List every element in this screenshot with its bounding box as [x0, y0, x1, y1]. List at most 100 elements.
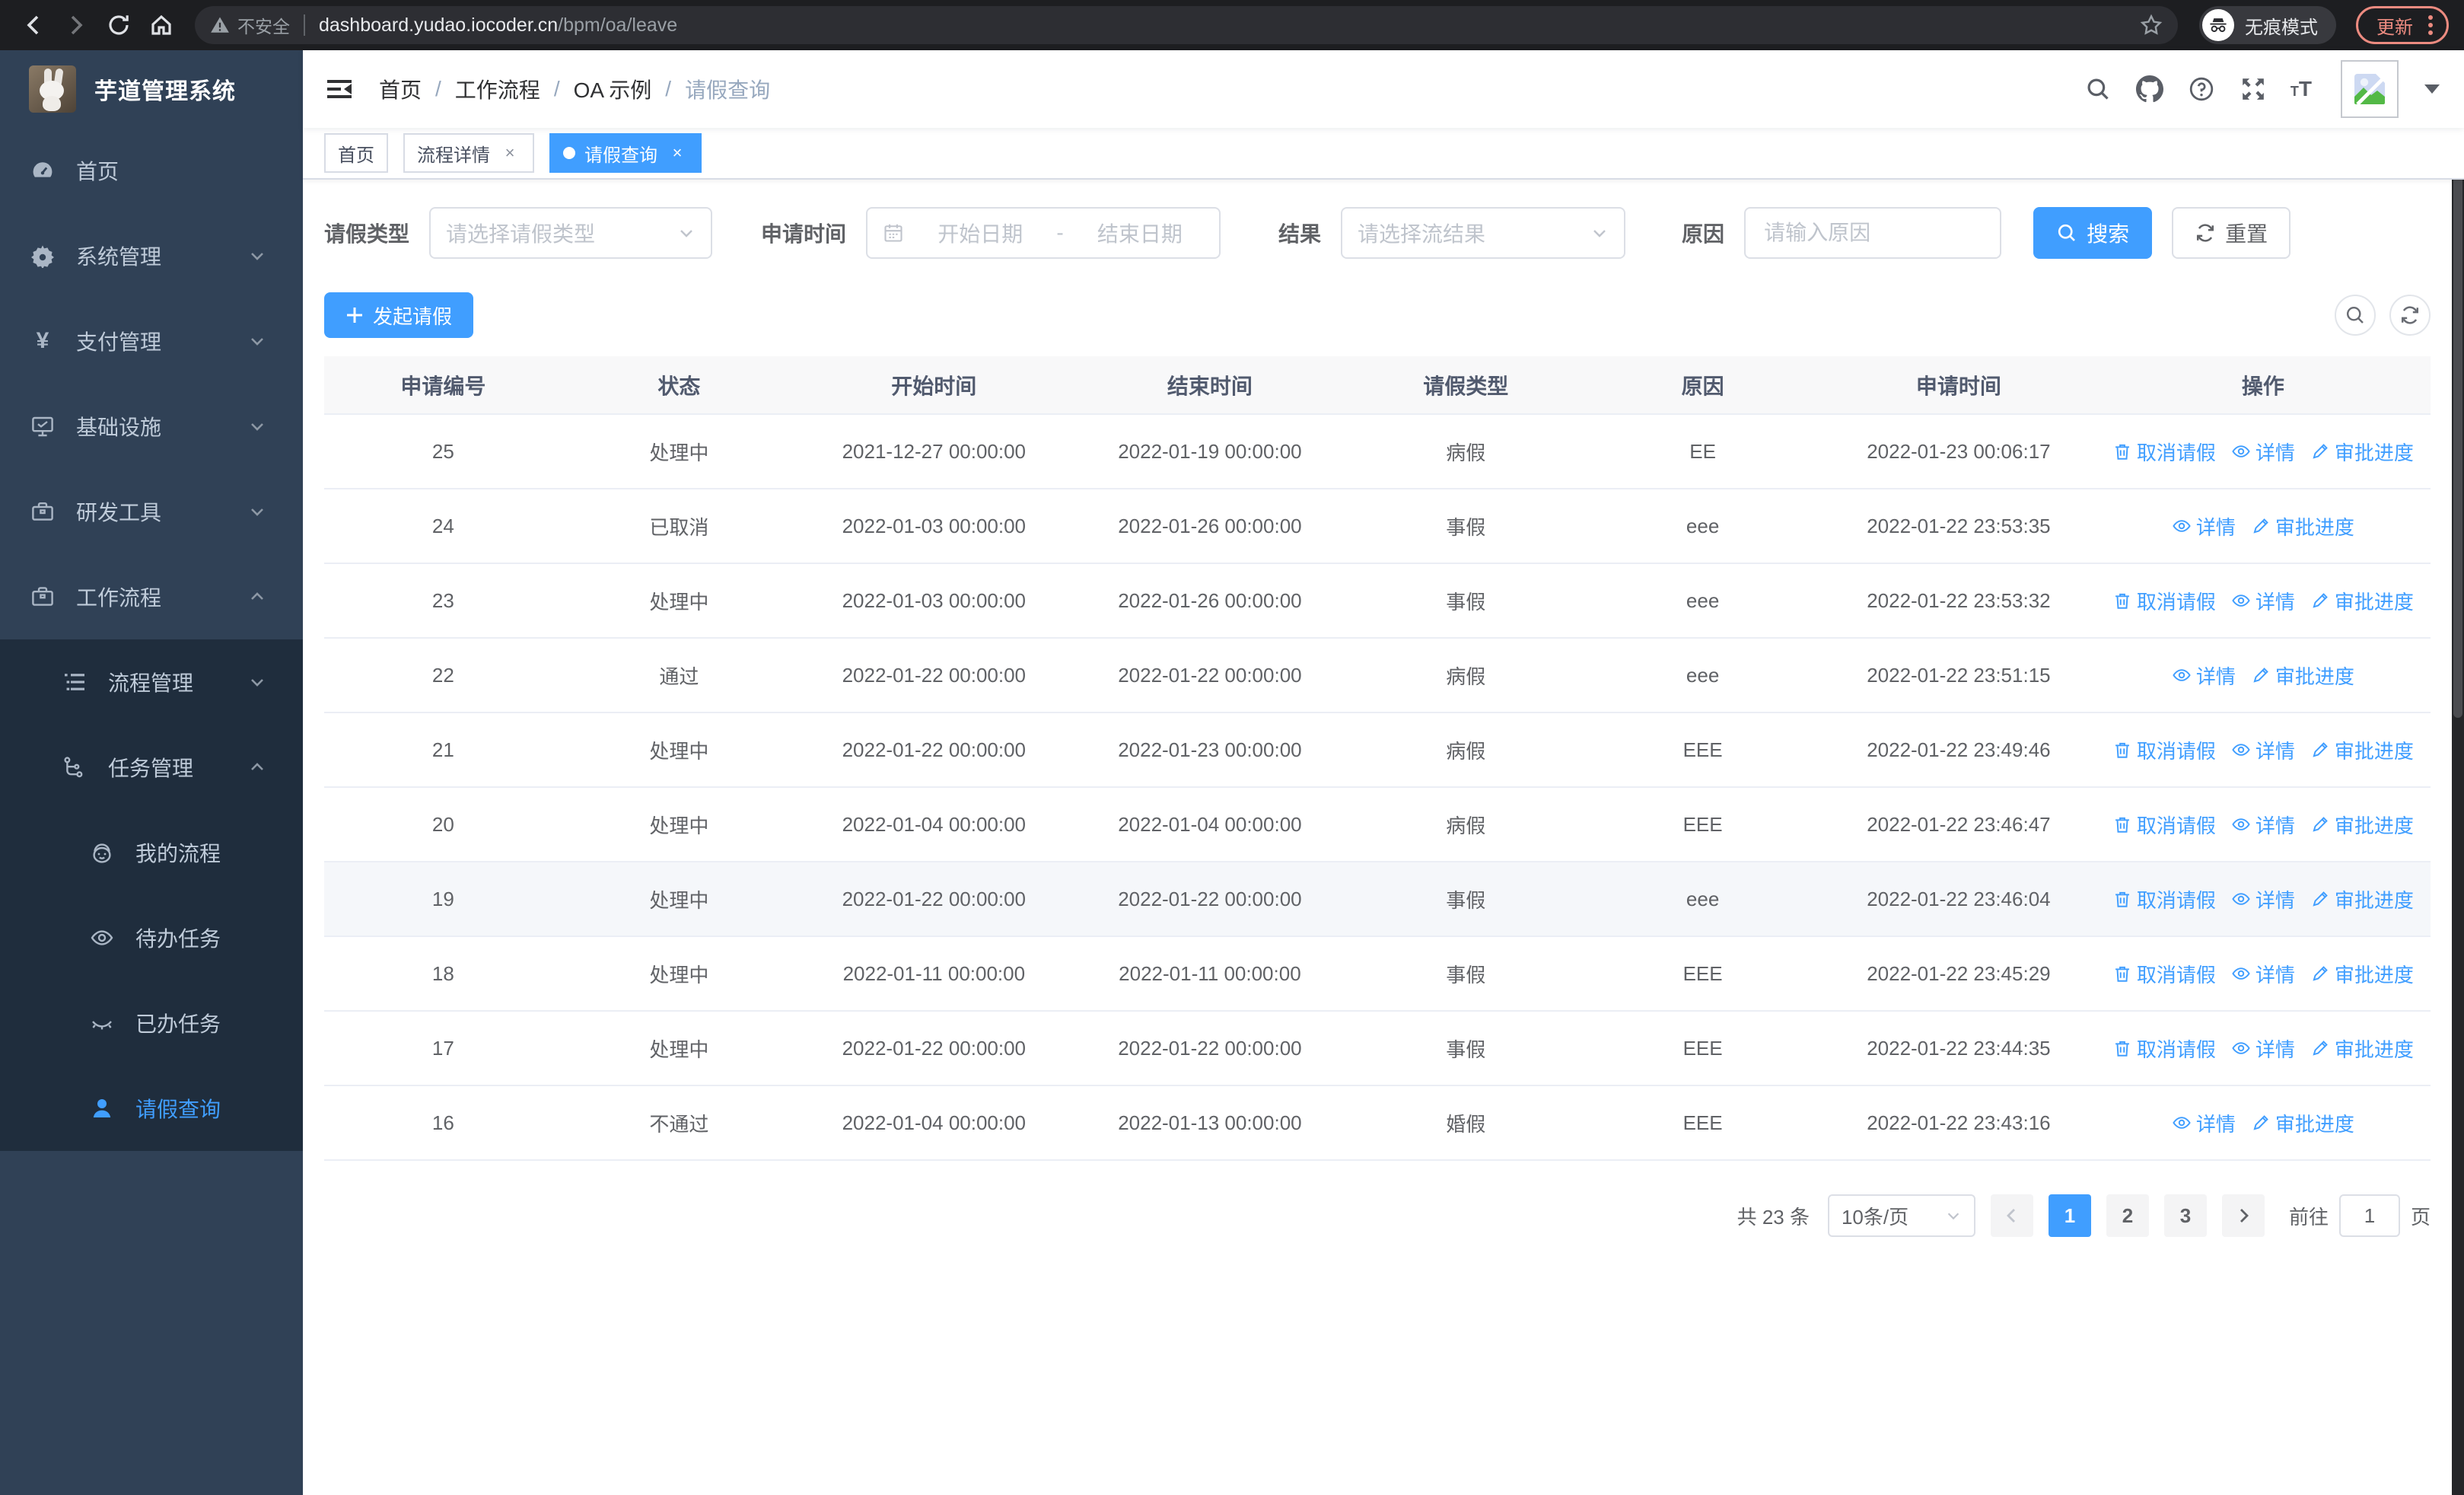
page-button-3[interactable]: 3	[2163, 1194, 2207, 1237]
avatar-dropdown-caret[interactable]	[2424, 84, 2440, 94]
sidebar-item-my-processes[interactable]: 我的流程	[0, 810, 303, 895]
apply-time-range-picker[interactable]: 开始日期 - 结束日期	[866, 207, 1221, 259]
detail-link[interactable]: 详情	[2231, 1034, 2295, 1063]
approval-progress-link[interactable]: 审批进度	[2310, 960, 2414, 988]
cancel-leave-link[interactable]: 取消请假	[2112, 885, 2216, 913]
table-row: 21 处理中 2022-01-22 00:00:00 2022-01-23 00…	[324, 712, 2431, 788]
cancel-leave-link[interactable]: 取消请假	[2112, 438, 2216, 466]
sidebar-item-infrastructure[interactable]: 基础设施	[0, 384, 303, 469]
approval-progress-link[interactable]: 审批进度	[2251, 1109, 2354, 1137]
leave-type-select[interactable]: 请选择请假类型	[429, 207, 713, 259]
edit-icon	[2313, 817, 2328, 832]
close-icon[interactable]: ×	[667, 142, 688, 164]
close-icon[interactable]: ×	[499, 142, 520, 164]
refresh-table-button[interactable]	[2389, 295, 2431, 336]
search-button[interactable]: 搜索	[2033, 207, 2153, 259]
page-button-2[interactable]: 2	[2106, 1194, 2149, 1237]
cancel-leave-link[interactable]: 取消请假	[2112, 1034, 2216, 1063]
approval-progress-link[interactable]: 审批进度	[2251, 512, 2354, 540]
date-separator: -	[1056, 221, 1064, 244]
detail-link[interactable]: 详情	[2172, 512, 2236, 540]
cancel-leave-link[interactable]: 取消请假	[2112, 736, 2216, 764]
result-select[interactable]: 请选择流结果	[1341, 207, 1626, 259]
bookmark-star-icon[interactable]	[2140, 14, 2163, 37]
page-button-1[interactable]: 1	[2048, 1194, 2091, 1237]
breadcrumb-item-home[interactable]: 首页	[379, 74, 422, 104]
browser-back-button[interactable]	[15, 7, 52, 43]
page-size-select[interactable]: 10条/页	[1827, 1194, 1975, 1237]
avatar[interactable]	[2341, 60, 2399, 118]
sidebar-item-label: 基础设施	[76, 416, 162, 439]
result-label: 结果	[1278, 222, 1322, 246]
next-page-button[interactable]	[2221, 1194, 2265, 1237]
detail-link[interactable]: 详情	[2231, 438, 2295, 466]
detail-link[interactable]: 详情	[2231, 960, 2295, 988]
approval-progress-link[interactable]: 审批进度	[2310, 1034, 2414, 1063]
detail-link[interactable]: 详情	[2231, 811, 2295, 839]
reset-button[interactable]: 重置	[2172, 207, 2291, 259]
workflow-submenu: 流程管理 任务管理 我的流程 待办任务 已办任务 请假查询	[0, 639, 303, 1151]
cell-id: 23	[324, 563, 562, 639]
page-url: dashboard.yudao.iocoder.cn/bpm/oa/leave	[319, 14, 2140, 37]
help-icon[interactable]	[2187, 75, 2216, 104]
cancel-leave-link[interactable]: 取消请假	[2112, 960, 2216, 988]
github-icon[interactable]	[2135, 75, 2164, 104]
tag-leave-query[interactable]: 请假查询 ×	[549, 133, 702, 173]
tag-home[interactable]: 首页	[324, 133, 388, 173]
approval-progress-link[interactable]: 审批进度	[2310, 885, 2414, 913]
detail-link[interactable]: 详情	[2172, 1109, 2236, 1137]
sidebar-item-leave-query[interactable]: 请假查询	[0, 1066, 303, 1151]
sidebar-item-home[interactable]: 首页	[0, 128, 303, 213]
col-apply-time: 申请时间	[1822, 356, 2096, 415]
sidebar-item-done-tasks[interactable]: 已办任务	[0, 980, 303, 1066]
table-row: 19 处理中 2022-01-22 00:00:00 2022-01-22 00…	[324, 862, 2431, 937]
cancel-leave-link[interactable]: 取消请假	[2112, 587, 2216, 615]
sidebar-item-label: 研发工具	[76, 501, 162, 524]
cell-start: 2022-01-11 00:00:00	[796, 936, 1072, 1012]
browser-menu-icon[interactable]	[2428, 15, 2433, 35]
approval-progress-link[interactable]: 审批进度	[2310, 736, 2414, 764]
approval-progress-link[interactable]: 审批进度	[2310, 811, 2414, 839]
browser-update-button[interactable]: 更新	[2356, 6, 2449, 44]
goto-page-input[interactable]	[2338, 1194, 2400, 1237]
sidebar-item-workflow[interactable]: 工作流程	[0, 554, 303, 639]
browser-reload-button[interactable]	[100, 7, 137, 43]
security-warning[interactable]: 不安全	[210, 12, 290, 38]
cell-status: 处理中	[562, 563, 797, 639]
fullscreen-icon[interactable]	[2239, 75, 2268, 104]
sidebar-item-task-management[interactable]: 任务管理	[0, 725, 303, 810]
approval-progress-link[interactable]: 审批进度	[2310, 438, 2414, 466]
browser-home-button[interactable]	[143, 7, 180, 43]
reset-button-label: 重置	[2225, 222, 2268, 246]
cell-id: 22	[324, 638, 562, 713]
approval-progress-link[interactable]: 审批进度	[2310, 587, 2414, 615]
address-bar[interactable]: 不安全 dashboard.yudao.iocoder.cn/bpm/oa/le…	[195, 6, 2178, 44]
breadcrumb-item-workflow[interactable]: 工作流程	[455, 74, 540, 104]
sidebar-item-payment[interactable]: ¥ 支付管理	[0, 298, 303, 384]
sidebar-collapse-icon[interactable]	[324, 74, 355, 104]
detail-link[interactable]: 详情	[2231, 885, 2295, 913]
screen: 不安全 dashboard.yudao.iocoder.cn/bpm/oa/le…	[0, 0, 2464, 1495]
prev-page-button[interactable]	[1990, 1194, 2033, 1237]
browser-forward-button[interactable]	[58, 7, 94, 43]
reason-input[interactable]	[1746, 221, 2001, 245]
header-search-icon[interactable]	[2084, 75, 2112, 104]
font-size-icon[interactable]: TT	[2291, 77, 2312, 101]
detail-link[interactable]: 详情	[2172, 661, 2236, 690]
sidebar-item-process-management[interactable]: 流程管理	[0, 639, 303, 725]
cell-reason: eee	[1584, 638, 1822, 713]
create-leave-button[interactable]: 发起请假	[324, 292, 474, 338]
tag-process-detail[interactable]: 流程详情 ×	[403, 133, 534, 173]
breadcrumb-item-oa-example[interactable]: OA 示例	[574, 74, 652, 104]
detail-link[interactable]: 详情	[2231, 587, 2295, 615]
detail-link[interactable]: 详情	[2231, 736, 2295, 764]
toggle-search-button[interactable]	[2335, 295, 2376, 336]
edit-icon	[2253, 668, 2268, 683]
sidebar-item-todo-tasks[interactable]: 待办任务	[0, 895, 303, 980]
scrollbar[interactable]	[2452, 50, 2464, 1495]
sidebar-item-dev-tools[interactable]: 研发工具	[0, 469, 303, 554]
cancel-leave-link[interactable]: 取消请假	[2112, 811, 2216, 839]
sidebar-item-system[interactable]: 系统管理	[0, 213, 303, 298]
eye-icon	[2173, 1117, 2191, 1129]
approval-progress-link[interactable]: 审批进度	[2251, 661, 2354, 690]
